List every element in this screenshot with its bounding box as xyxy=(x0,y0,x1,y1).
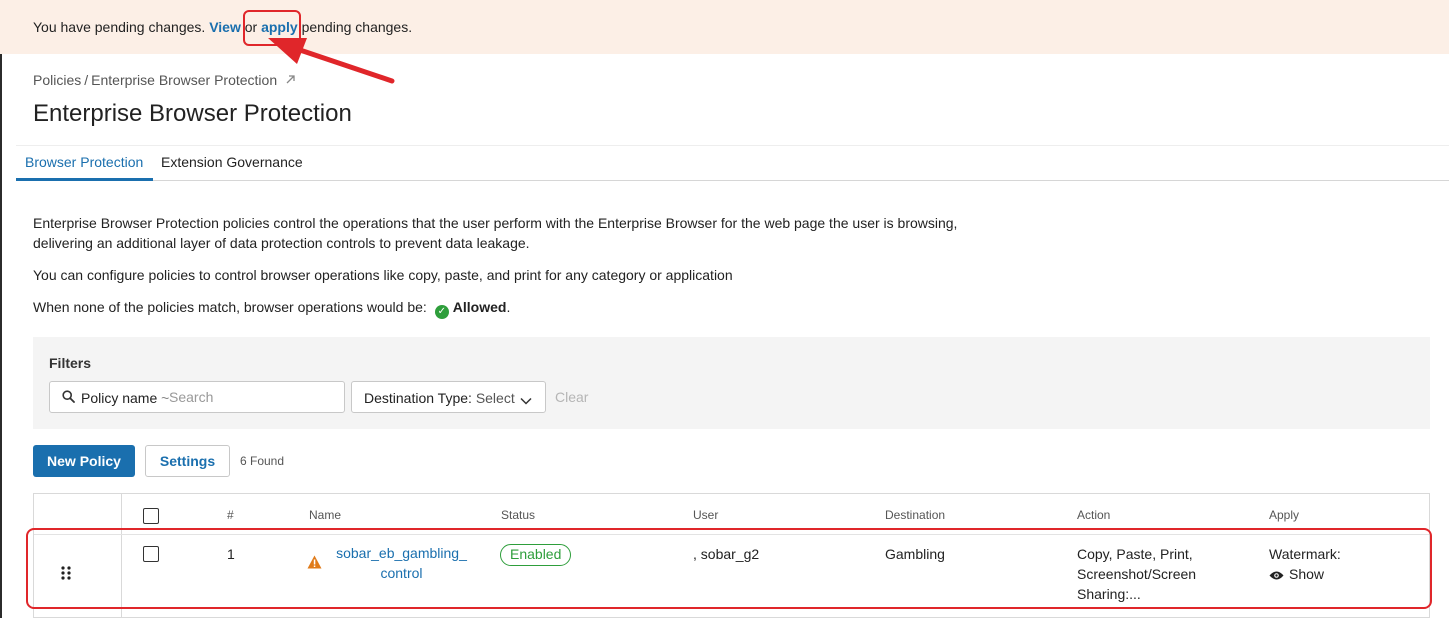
destination-type-name: Destination Type xyxy=(364,390,469,406)
header-apply[interactable]: Apply xyxy=(1269,508,1299,522)
settings-button[interactable]: Settings xyxy=(145,445,230,477)
chevron-down-icon xyxy=(520,392,532,408)
header-status[interactable]: Status xyxy=(501,508,535,522)
tab-browser-protection[interactable]: Browser Protection xyxy=(25,154,143,170)
search-input[interactable] xyxy=(169,387,339,407)
policy-name-search[interactable]: Policy name ~ xyxy=(49,381,345,413)
search-icon xyxy=(62,390,75,406)
header-name[interactable]: Name xyxy=(309,508,341,522)
breadcrumb-current: Enterprise Browser Protection xyxy=(91,72,278,88)
tab-extension-governance[interactable]: Extension Governance xyxy=(161,154,303,170)
select-all-checkbox[interactable] xyxy=(143,508,159,524)
description-line-3: You can configure policies to control br… xyxy=(33,267,733,283)
destination-type-select[interactable]: Destination Type: Select xyxy=(351,381,546,413)
results-count: 6 Found xyxy=(240,454,285,468)
header-number: # xyxy=(227,508,234,522)
description-line-1: Enterprise Browser Protection policies c… xyxy=(33,215,958,231)
destination-type-value: Select xyxy=(475,390,515,406)
search-field-label: Policy name ~ xyxy=(81,390,169,406)
default-behavior-suffix: . xyxy=(506,299,511,315)
breadcrumb-separator: / xyxy=(84,72,89,88)
description-line-2: delivering an additional layer of data p… xyxy=(33,235,530,251)
window-edge xyxy=(0,54,2,618)
link-icon[interactable] xyxy=(285,74,296,88)
annotation-row-highlight xyxy=(26,528,1432,609)
header-user[interactable]: User xyxy=(693,508,718,522)
page-title: Enterprise Browser Protection xyxy=(33,100,352,127)
default-behavior-value: Allowed xyxy=(452,299,507,315)
tab-bar: Browser Protection Extension Governance xyxy=(16,145,1449,181)
breadcrumb: Policies / Enterprise Browser Protection xyxy=(33,72,296,88)
filters-panel: Filters Policy name ~ Destination Type: … xyxy=(33,337,1430,429)
default-behavior-line: When none of the policies match, browser… xyxy=(33,299,510,319)
header-action[interactable]: Action xyxy=(1077,508,1110,522)
breadcrumb-policies[interactable]: Policies xyxy=(33,72,81,88)
clear-filters-button[interactable]: Clear xyxy=(555,389,588,405)
header-destination[interactable]: Destination xyxy=(885,508,945,522)
default-behavior-prefix: When none of the policies match, browser… xyxy=(33,299,427,315)
search-field-name: Policy name xyxy=(81,390,158,406)
active-tab-indicator xyxy=(16,178,153,181)
new-policy-button[interactable]: New Policy xyxy=(33,445,135,477)
destination-type-label: Destination Type: Select xyxy=(364,390,515,406)
filters-label: Filters xyxy=(49,355,92,371)
check-circle-icon: ✓ xyxy=(434,305,449,319)
